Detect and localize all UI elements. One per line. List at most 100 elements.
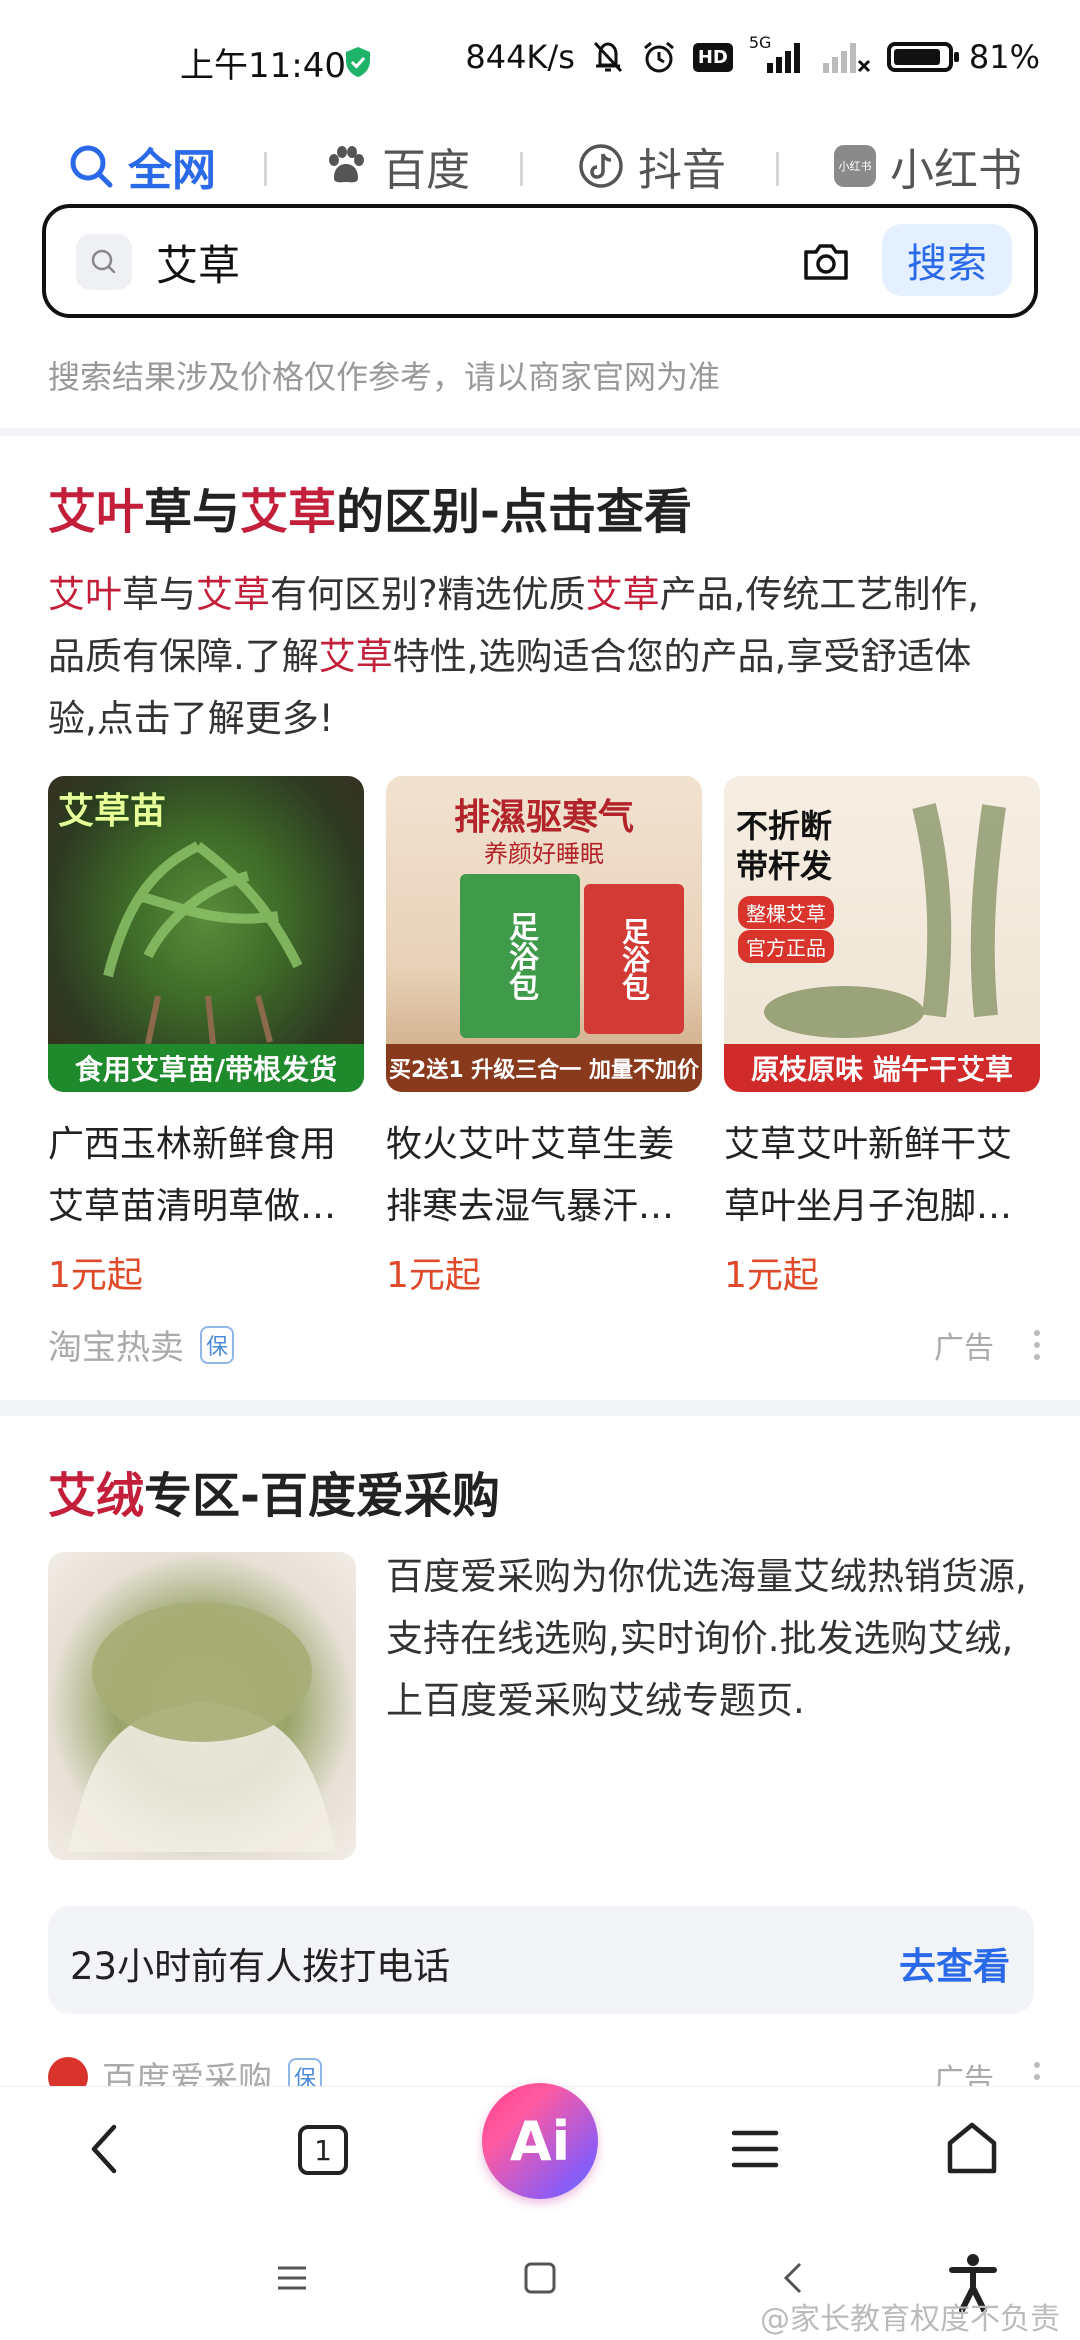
desc-highlight: 艾草 <box>585 573 660 616</box>
image-banner: 原枝原味 端午干艾草 <box>724 1044 1040 1092</box>
result-thumbnail[interactable] <box>48 1552 356 1860</box>
product-image: 艾草苗 食用艾草苗/带根发货 <box>48 776 364 1092</box>
search-area: 搜索 <box>0 196 1080 342</box>
tab-label: 抖音 <box>638 145 726 196</box>
recent-apps-icon[interactable] <box>274 2260 310 2296</box>
search-icon <box>70 145 113 188</box>
menu-icon[interactable] <box>730 2127 780 2171</box>
signal-weak-icon <box>822 43 870 73</box>
tab-divider <box>264 152 267 186</box>
price-disclaimer: 搜索结果涉及价格仅作参考，请以商家官网为准 <box>48 358 721 396</box>
desc-line: 品质有保障.了解艾草特性,选购适合您的产品,享受舒适体 <box>48 626 1028 688</box>
image-subtitle: 养颜好睡眠 <box>484 840 604 868</box>
image-banner: 食用艾草苗/带根发货 <box>48 1044 364 1092</box>
status-indicators: 844K/s HD 5G 81% <box>465 33 1040 76</box>
product-name: 牧火艾叶艾草生姜排寒去湿气暴汗… <box>386 1124 675 1227</box>
search-input[interactable] <box>156 230 796 294</box>
status-time: 上午11:40 <box>180 46 346 86</box>
battery-icon <box>886 42 959 72</box>
guarantee-badge: 保 <box>200 1325 234 1364</box>
result-description: 艾叶草与艾草有何区别?精选优质艾草产品,传统工艺制作, 品质有保障.了解艾草特性… <box>48 564 1028 750</box>
image-banner: 买2送1 升级三合一 加量不加价 <box>386 1044 702 1092</box>
tab-douyin[interactable]: 抖音 <box>578 134 726 198</box>
call-activity-banner[interactable]: 23小时前有人拨打电话 去查看 <box>48 1906 1034 2014</box>
paw-icon <box>329 146 364 183</box>
result-description: 百度爱采购为你优选海量艾绒热销货源,支持在线选购,实时询价.批发选购艾绒,上百度… <box>386 1555 1027 1722</box>
home-icon[interactable] <box>944 2117 1000 2177</box>
back-button-icon[interactable] <box>776 2260 812 2296</box>
title-text: 草与 <box>144 484 241 540</box>
tab-xiaohongshu[interactable]: 小红书 小红书 <box>834 134 1022 198</box>
product-name: 广西玉林新鲜食用艾草苗清明草做… <box>48 1124 337 1227</box>
tab-label: 百度 <box>382 145 470 196</box>
status-bar: 上午11:40 844K/s HD 5G 81% <box>0 0 1080 120</box>
ad-label: 广告 <box>934 1330 994 1366</box>
product-price: 1元起 <box>386 1255 481 1296</box>
image-title: 排濕驱寒气 <box>453 797 634 838</box>
tabs-count-button[interactable]: 1 <box>298 2125 348 2175</box>
pack-red: 足浴包 <box>584 884 684 1034</box>
search-button[interactable]: 搜索 <box>882 224 1012 296</box>
home-button-icon[interactable] <box>522 2260 558 2296</box>
product-name: 艾草艾叶新鲜干艾草叶坐月子泡脚… <box>724 1124 1013 1227</box>
product-image: 排濕驱寒气 养颜好睡眠 足浴包 足浴包 买2送1 升级三合一 加量不加价 <box>386 776 702 1092</box>
watermark: @家长教育权度不负责 <box>760 2302 1060 2337</box>
alarm-icon <box>643 41 674 73</box>
tiktok-icon <box>579 144 623 188</box>
product-image: 不折断 带杆发 整棵艾草 官方正品 原枝原味 端午干艾草 <box>724 776 1040 1092</box>
desc-highlight: 艾草 <box>318 635 393 678</box>
title-text: 专区-百度爱采购 <box>144 1468 500 1524</box>
desc-highlight: 艾草 <box>196 573 270 616</box>
product-card[interactable]: 不折断 带杆发 整棵艾草 官方正品 原枝原味 端午干艾草 艾草艾叶新鲜干艾草叶坐… <box>724 776 1040 1298</box>
tab-label: 全网 <box>128 145 216 196</box>
desc-line: 艾叶草与艾草有何区别?精选优质艾草产品,传统工艺制作, <box>48 564 1028 626</box>
desc-text: 有何区别?精选优质 <box>270 573 586 616</box>
title-highlight: 艾草 <box>240 484 337 540</box>
ai-assistant-button[interactable]: Ai <box>482 2083 598 2199</box>
product-price: 1元起 <box>48 1255 143 1296</box>
more-options-icon[interactable] <box>1034 1329 1040 1360</box>
view-link[interactable]: 去查看 <box>899 1936 1010 1990</box>
title-highlight: 艾绒 <box>48 1468 145 1524</box>
image-tag: 艾草苗 <box>58 791 167 832</box>
search-result-card: 艾叶草与艾草的区别-点击查看 艾叶草与艾草有何区别?精选优质艾草产品,传统工艺制… <box>0 436 1080 1400</box>
tab-label: 小红书 <box>890 145 1022 196</box>
source-name[interactable]: 淘宝热卖 <box>48 1320 184 1369</box>
desc-text: 草与 <box>122 573 196 616</box>
disclaimer-bar: 搜索结果涉及价格仅作参考，请以商家官网为准 <box>0 342 1080 428</box>
system-nav-bar: @家长教育权度不负责 <box>0 2224 1080 2340</box>
desc-highlight: 艾叶 <box>48 573 122 616</box>
product-card[interactable]: 排濕驱寒气 养颜好睡眠 足浴包 足浴包 买2送1 升级三合一 加量不加价 牧火艾… <box>386 776 702 1298</box>
browser-bottom-nav: 1 Ai <box>0 2083 1080 2224</box>
search-box: 搜索 <box>42 204 1038 318</box>
product-card[interactable]: 艾草苗 食用艾草苗/带根发货 广西玉林新鲜食用艾草苗清明草做… 1元起 <box>48 776 364 1298</box>
hd-icon: HD <box>692 42 733 72</box>
tab-divider <box>776 152 779 186</box>
desc-text: 产品,传统工艺制作, <box>659 573 980 616</box>
desc-text: 特性,选购适合您的产品,享受舒适体 <box>392 635 972 678</box>
shield-icon <box>346 47 370 77</box>
search-icon <box>76 234 132 290</box>
product-price: 1元起 <box>724 1255 819 1296</box>
camera-icon[interactable] <box>798 234 854 290</box>
mute-bell-icon <box>593 41 622 73</box>
title-text: 的区别-点击查看 <box>336 484 692 540</box>
call-activity-text: 23小时前有人拨打电话 <box>70 1945 451 1988</box>
result-source-row: 淘宝热卖 保 广告 <box>48 1320 1040 1369</box>
signal-5g-icon: 5G <box>749 33 805 75</box>
xiaohongshu-icon: 小红书 <box>834 145 876 187</box>
pack-green: 足浴包 <box>460 874 580 1038</box>
search-result-card: 艾绒专区-百度爱采购 百度爱采购为你优选海量艾绒热销货源,支持在线选购,实时询价… <box>0 1416 1080 2100</box>
network-speed: 844K/s <box>465 38 575 76</box>
tab-all-web[interactable]: 全网 <box>68 134 216 198</box>
desc-text: 品质有保障.了解 <box>48 635 319 678</box>
desc-line: 验,点击了解更多! <box>48 697 334 740</box>
result-title[interactable]: 艾叶草与艾草的区别-点击查看 <box>48 472 692 542</box>
result-title[interactable]: 艾绒专区-百度爱采购 <box>48 1456 500 1526</box>
title-highlight: 艾叶 <box>48 484 145 540</box>
back-icon[interactable] <box>82 2119 126 2179</box>
product-row: 艾草苗 食用艾草苗/带根发货 广西玉林新鲜食用艾草苗清明草做… 1元起 排濕驱寒… <box>48 776 1040 1298</box>
tab-divider <box>520 152 523 186</box>
battery-percent: 81% <box>968 38 1040 76</box>
tab-baidu[interactable]: 百度 <box>324 134 470 198</box>
